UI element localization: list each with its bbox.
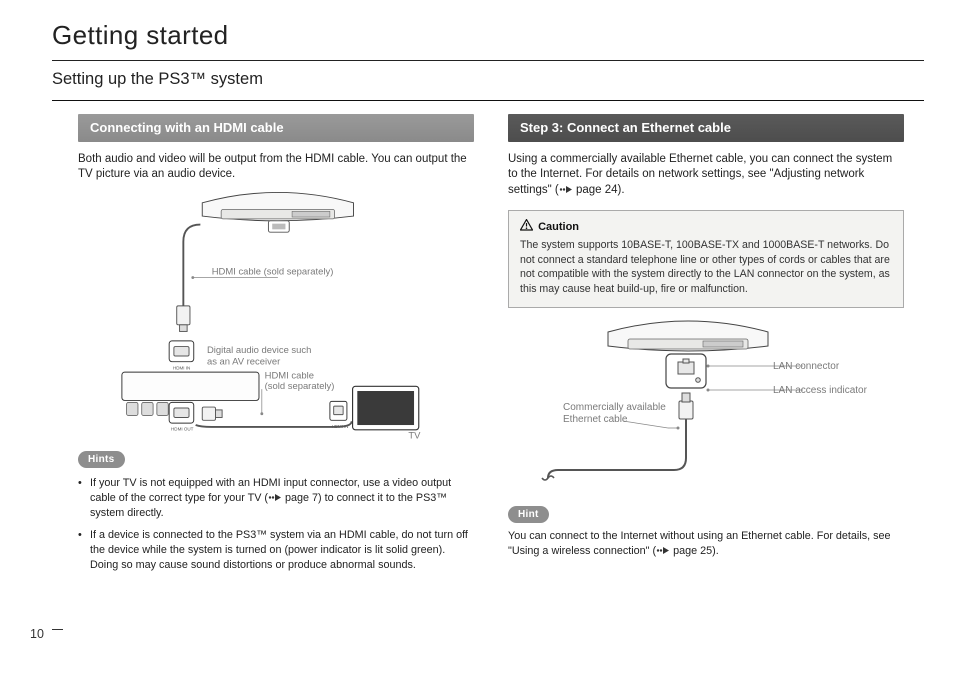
caution-box: Caution The system supports 10BASE-T, 10…: [508, 210, 904, 308]
hdmi-diagram: HDMI cable (sold separately) HDMI IN: [78, 183, 474, 443]
hints-pill: Hints: [78, 451, 125, 469]
hdmi-heading: Connecting with an HDMI cable: [78, 114, 474, 142]
hint-item-1: If your TV is not equipped with an HDMI …: [78, 476, 474, 521]
hints-list: If your TV is not equipped with an HDMI …: [78, 476, 474, 572]
ethernet-cable-label: Commercially available Ethernet cable: [563, 402, 669, 425]
section-rule: [52, 60, 924, 61]
svg-text:HDMI IN: HDMI IN: [332, 423, 349, 428]
hint-item-2: If a device is connected to the PS3™ sys…: [78, 528, 474, 573]
cross-ref-icon: [559, 185, 573, 194]
warning-icon: [520, 219, 533, 231]
lan-connector-label: LAN connector: [773, 361, 840, 372]
caution-title: Caution: [520, 219, 892, 235]
av-receiver-label: Digital audio device such as an AV recei…: [207, 345, 314, 367]
hdmi-cable-2-label: HDMI cable (sold separately): [265, 370, 335, 391]
ethernet-diagram: LAN connector LAN access indicator Comme…: [508, 308, 904, 498]
page-number: 10: [30, 626, 44, 643]
cross-ref-icon: [656, 546, 670, 555]
page-number-rule: [52, 629, 63, 630]
hint-pill: Hint: [508, 506, 549, 524]
manual-page: Getting started Setting up the PS3™ syst…: [0, 0, 954, 673]
svg-text:HDMI OUT: HDMI OUT: [171, 426, 194, 431]
subsection-rule: [52, 100, 924, 101]
caution-text: The system supports 10BASE-T, 100BASE-TX…: [520, 238, 892, 296]
hdmi-cable-1-label: HDMI cable (sold separately): [212, 266, 334, 277]
ethernet-intro: Using a commercially available Ethernet …: [508, 152, 904, 199]
ethernet-heading: Step 3: Connect an Ethernet cable: [508, 114, 904, 142]
lan-indicator-label: LAN access indicator: [773, 385, 868, 396]
left-column: Connecting with an HDMI cable Both audio…: [78, 114, 474, 579]
cross-ref-icon: [268, 493, 282, 502]
subsection-title: Setting up the PS3™ system: [52, 68, 263, 90]
section-title: Getting started: [52, 18, 229, 53]
content-columns: Connecting with an HDMI cable Both audio…: [78, 114, 904, 579]
svg-text:HDMI IN: HDMI IN: [173, 365, 190, 370]
ethernet-hint: You can connect to the Internet without …: [508, 529, 904, 559]
tv-label: TV: [408, 430, 421, 441]
hdmi-intro: Both audio and video will be output from…: [78, 152, 474, 183]
right-column: Step 3: Connect an Ethernet cable Using …: [508, 114, 904, 579]
